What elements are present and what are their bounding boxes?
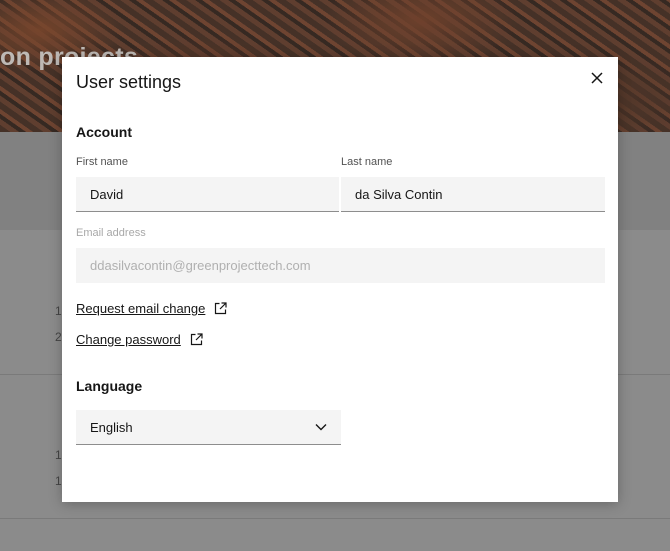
external-link-icon	[215, 302, 227, 315]
last-name-input[interactable]	[341, 177, 605, 212]
request-email-change-link[interactable]: Request email change	[76, 301, 227, 316]
external-link-icon	[190, 333, 203, 346]
last-name-label: Last name	[341, 156, 393, 168]
language-heading: Language	[76, 378, 143, 394]
first-name-input[interactable]	[76, 177, 339, 212]
modal-title: User settings	[76, 72, 182, 92]
request-email-change-label: Request email change	[76, 301, 206, 316]
first-name-label: First name	[76, 156, 128, 168]
language-selected-value: English	[90, 419, 133, 435]
language-select[interactable]: English	[76, 410, 341, 445]
email-input	[76, 248, 605, 283]
change-password-link[interactable]: Change password	[76, 332, 203, 347]
change-password-label: Change password	[76, 332, 181, 347]
account-heading: Account	[76, 124, 132, 140]
close-icon	[591, 72, 603, 84]
close-button[interactable]	[588, 69, 606, 87]
chevron-down-icon	[315, 424, 327, 431]
email-label: Email address	[76, 227, 146, 239]
user-settings-modal: User settings Account First name Last na…	[62, 57, 618, 502]
